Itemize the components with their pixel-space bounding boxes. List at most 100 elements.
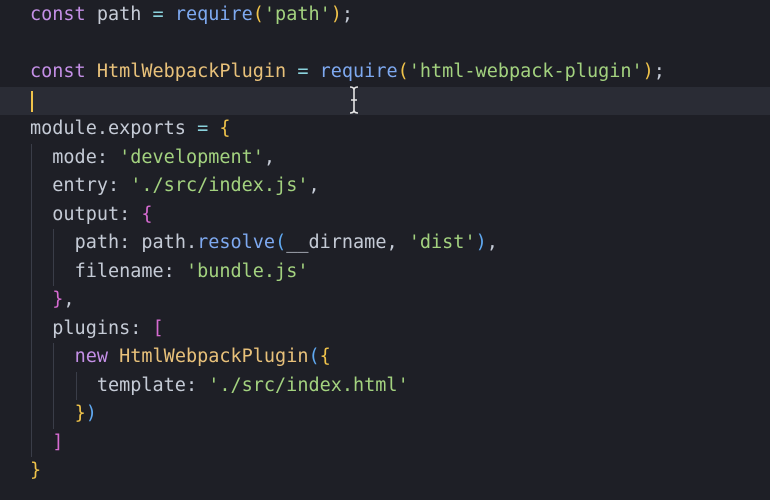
code-token: { — [219, 118, 231, 139]
code-line[interactable]: template: './src/index.html' — [0, 371, 770, 400]
code-line[interactable]: module.exports = { — [0, 115, 770, 144]
code-line[interactable]: const path = require('path'); — [0, 1, 770, 30]
code-token: = — [297, 61, 309, 82]
code-token: mode — [52, 146, 97, 168]
code-token: 'path' — [263, 4, 331, 25]
indent-guide — [53, 257, 55, 286]
indent-guide — [75, 371, 77, 400]
code-token: entry — [52, 175, 108, 196]
code-line[interactable]: entry: './src/index.js', — [0, 172, 770, 201]
code-token: = — [197, 118, 209, 139]
code-token: plugins — [52, 317, 131, 339]
indent-guide — [31, 400, 32, 429]
indent-guide — [31, 257, 32, 286]
code-token: [ — [152, 317, 164, 339]
code-token: . — [96, 118, 108, 139]
code-token: HtmlWebpackPlugin — [119, 346, 309, 367]
code-line[interactable] — [0, 30, 770, 59]
text-ibeam-icon — [349, 86, 359, 114]
indent-guide — [53, 229, 55, 258]
code-token: , — [63, 289, 75, 310]
text-caret — [31, 90, 33, 112]
code-token: ) — [85, 403, 97, 424]
code-token: { — [319, 346, 331, 367]
code-line[interactable]: }, — [0, 286, 770, 315]
code-editor[interactable]: const path = require('path'); const HtmlW… — [0, 0, 770, 500]
code-line[interactable]: ] — [0, 428, 770, 457]
code-token: : — [119, 203, 142, 225]
code-token: resolve — [197, 232, 276, 253]
indent-guide — [31, 172, 32, 201]
code-token: output — [52, 203, 120, 225]
indent-guide — [31, 229, 32, 258]
indent-guide — [53, 400, 55, 429]
code-token: filename — [74, 260, 164, 282]
code-line[interactable]: new HtmlWebpackPlugin({ — [0, 343, 770, 372]
code-token: './src/index.html' — [208, 374, 409, 396]
code-line[interactable]: filename: 'bundle.js' — [0, 257, 770, 286]
code-line[interactable]: output: { — [0, 200, 770, 229]
indent-guide — [31, 143, 32, 172]
code-token: './src/index.js' — [130, 175, 309, 196]
code-token: : — [163, 260, 186, 282]
code-token: ) — [475, 232, 487, 253]
code-token: } — [52, 289, 64, 310]
code-token: ; — [341, 4, 354, 25]
code-line[interactable]: const HtmlWebpackPlugin = require('html-… — [0, 58, 770, 87]
code-token: : — [130, 317, 153, 339]
code-token: template — [96, 374, 186, 396]
code-token: : — [107, 175, 131, 196]
code-line[interactable]: mode: 'development', — [0, 143, 770, 172]
indent-guide — [31, 200, 32, 229]
code-token: : — [96, 146, 120, 168]
code-token: require — [174, 4, 253, 25]
code-token: . — [185, 232, 198, 253]
indent-guide — [31, 314, 32, 343]
code-token: , — [308, 175, 320, 196]
code-token: , — [263, 146, 276, 168]
code-token: = — [152, 4, 164, 25]
code-token: path — [74, 232, 120, 253]
code-line[interactable]: } — [0, 457, 770, 486]
code-line[interactable] — [0, 86, 770, 115]
indent-guide — [53, 343, 55, 372]
code-token: 'bundle.js' — [185, 260, 309, 282]
code-token: { — [141, 203, 153, 225]
code-token: ; — [653, 61, 665, 82]
code-token: ) — [330, 4, 342, 25]
indent-guide — [31, 428, 32, 457]
code-token: } — [30, 460, 42, 481]
code-token: require — [319, 61, 398, 82]
code-line[interactable]: plugins: [ — [0, 314, 770, 343]
indent-guide — [31, 371, 32, 400]
code-token: ( — [308, 346, 320, 367]
code-token: const — [30, 4, 86, 25]
indent-guide — [53, 371, 55, 400]
code-line[interactable]: }) — [0, 400, 770, 429]
code-token: new — [74, 346, 108, 367]
code-token: path — [141, 232, 186, 253]
code-token: ( — [252, 4, 264, 25]
code-token: : — [185, 374, 209, 396]
code-token: : — [119, 232, 142, 253]
code-token: , — [486, 232, 498, 253]
code-token: __dirname — [286, 232, 387, 253]
indent-guide — [31, 286, 32, 315]
code-token: HtmlWebpackPlugin — [96, 61, 287, 82]
code-token: exports — [107, 118, 198, 139]
code-token: ] — [52, 431, 64, 453]
code-line[interactable]: path: path.resolve(__dirname, 'dist'), — [0, 229, 770, 258]
